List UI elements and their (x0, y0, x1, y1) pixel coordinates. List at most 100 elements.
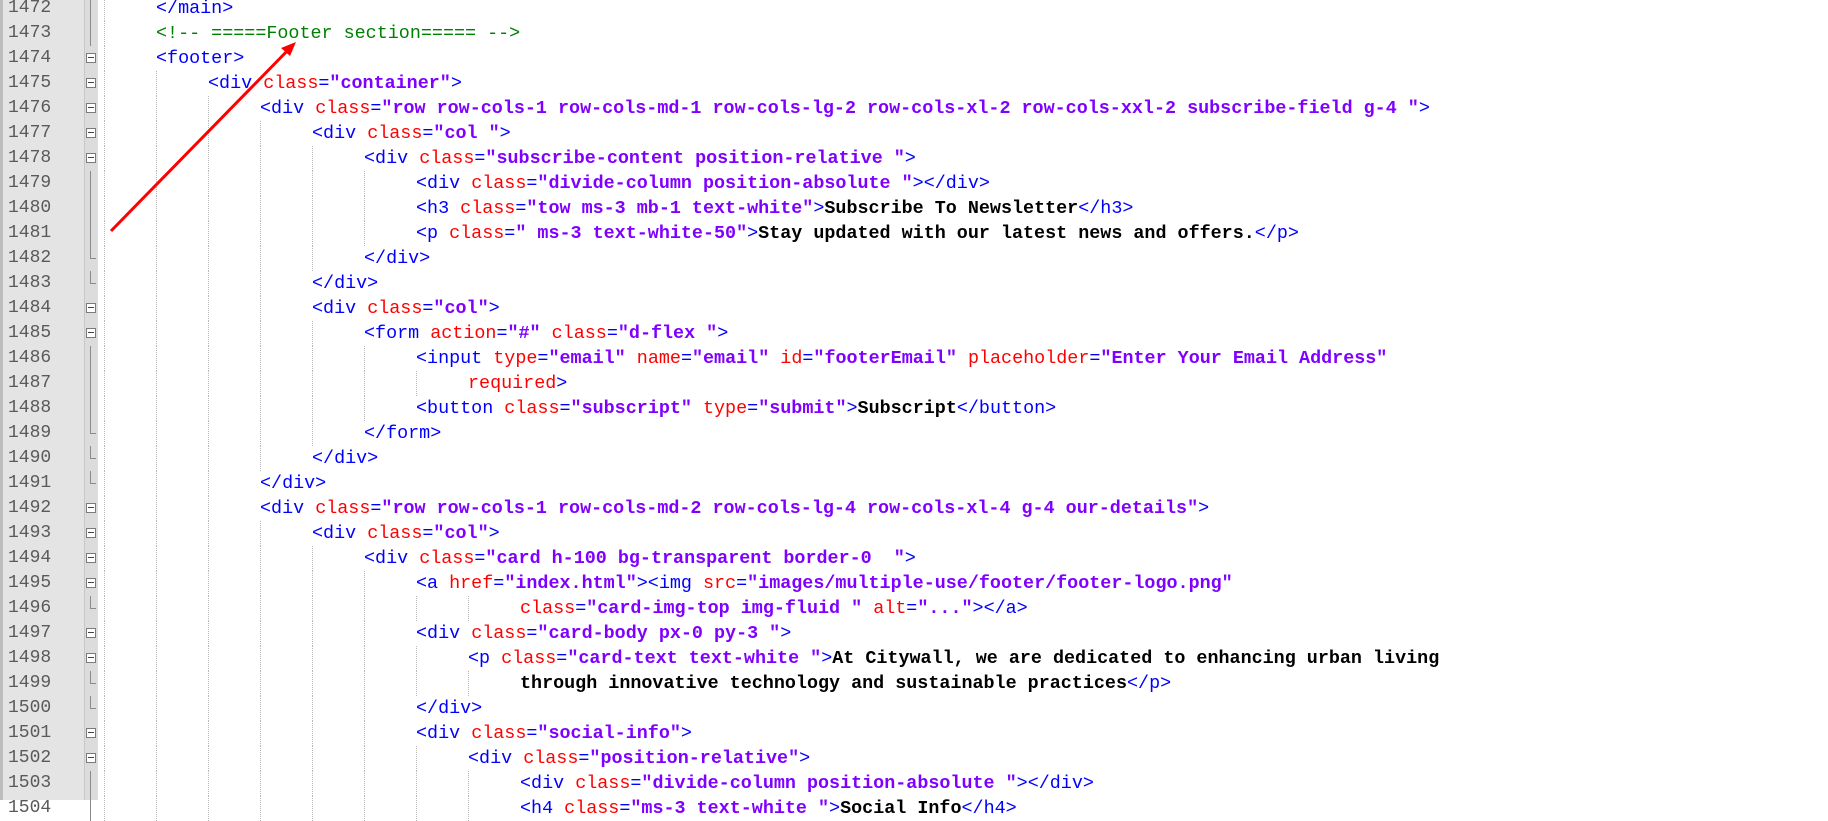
code-line[interactable]: 1472 </main> (0, 0, 1828, 21)
code-line[interactable]: 1486 <input type="email" name="email" id=… (0, 346, 1828, 371)
code-line[interactable]: 1500 </div> (0, 696, 1828, 721)
line-code: <div class="divide-column position-absol… (104, 171, 990, 196)
line-code: <div class="position-relative"> (104, 746, 810, 771)
line-number: 1479 (8, 173, 52, 193)
fold-toggle-icon[interactable] (86, 121, 96, 146)
indent-guide (208, 196, 260, 221)
code-token: = (575, 598, 587, 619)
indent-guide (312, 696, 364, 721)
code-token: <div (364, 548, 420, 569)
indent-guide (312, 321, 364, 346)
code-line[interactable]: 1481 <p class=" ms-3 text-white-50">Stay … (0, 221, 1828, 246)
fold-toggle-icon[interactable] (86, 646, 96, 671)
line-number: 1489 (8, 423, 52, 443)
fold-toggle-icon[interactable] (86, 721, 96, 746)
indent-guide (312, 621, 364, 646)
fold-line-icon (86, 21, 96, 46)
code-line[interactable]: 1483 </div> (0, 271, 1828, 296)
line-code: <p class=" ms-3 text-white-50">Stay upda… (104, 221, 1299, 246)
indent-guide (364, 596, 416, 621)
code-line[interactable]: 1503 <div class="divide-column position-a… (0, 771, 1828, 796)
code-line[interactable]: 1491 </div> (0, 471, 1828, 496)
code-token: class (263, 73, 319, 94)
code-line[interactable]: 1498 <p class="card-text text-white ">At … (0, 646, 1828, 671)
code-token: Stay updated with our latest news and of… (758, 223, 1255, 244)
fold-line-icon (86, 421, 96, 446)
code-line[interactable]: 1487 required> (0, 371, 1828, 396)
line-number: 1486 (8, 348, 52, 368)
code-line[interactable]: 1499 through innovative technology and su… (0, 671, 1828, 696)
code-line[interactable]: 1484 <div class="col"> (0, 296, 1828, 321)
indent-guide (104, 496, 156, 521)
code-token: = (537, 348, 549, 369)
code-line[interactable]: 1495 <a href="index.html"><img src="image… (0, 571, 1828, 596)
fold-toggle-icon[interactable] (86, 46, 96, 71)
code-line[interactable]: 1477 <div class="col "> (0, 121, 1828, 146)
code-line[interactable]: 1476 <div class="row row-cols-1 row-cols-… (0, 96, 1828, 121)
code-line[interactable]: 1502 <div class="position-relative"> (0, 746, 1828, 771)
indent-guide (104, 246, 156, 271)
code-line[interactable]: 1497 <div class="card-body px-0 py-3 "> (0, 621, 1828, 646)
fold-toggle-icon[interactable] (86, 621, 96, 646)
fold-toggle-icon[interactable] (86, 571, 96, 596)
fold-line-icon (86, 396, 96, 421)
fold-toggle-icon[interactable] (86, 96, 96, 121)
code-token: Social Info (840, 798, 962, 819)
code-token: class (449, 223, 505, 244)
indent-guide (260, 246, 312, 271)
code-line[interactable]: 1478 <div class="subscribe-content positi… (0, 146, 1828, 171)
code-token: > (1418, 98, 1430, 119)
fold-toggle-icon[interactable] (86, 521, 96, 546)
line-number: 1472 (8, 0, 52, 18)
line-code: <div class="subscribe-content position-r… (104, 146, 916, 171)
code-line[interactable]: 1493 <div class="col"> (0, 521, 1828, 546)
code-line[interactable]: 1496 class="card-img-top img-fluid " alt=… (0, 596, 1828, 621)
indent-guide (104, 446, 156, 471)
line-code: <button class="subscript" type="submit">… (104, 396, 1056, 421)
code-token: <input (416, 348, 494, 369)
code-editor[interactable]: 1472 </main> 1473 <!-- =====Footer section=… (0, 0, 1828, 821)
code-line[interactable]: 1482 </div> (0, 246, 1828, 271)
code-token: > (904, 148, 916, 169)
code-token: "divide-column position-absolute " (537, 173, 913, 194)
indent-guide (312, 346, 364, 371)
indent-guide (208, 296, 260, 321)
indent-guide (208, 446, 260, 471)
code-line[interactable]: 1488 <button class="subscript" type="subm… (0, 396, 1828, 421)
code-token: > (829, 798, 841, 819)
code-line[interactable]: 1501 <div class="social-info"> (0, 721, 1828, 746)
line-code: <input type="email" name="email" id="foo… (104, 346, 1387, 371)
code-line[interactable]: 1489 </form> (0, 421, 1828, 446)
indent-guide (312, 646, 364, 671)
indent-guide (156, 96, 208, 121)
indent-guide (208, 721, 260, 746)
fold-toggle-icon[interactable] (86, 746, 96, 771)
code-line[interactable]: 1475 <div class="container"> (0, 71, 1828, 96)
indent-guide (104, 296, 156, 321)
code-line[interactable]: 1492 <div class="row row-cols-1 row-cols-… (0, 496, 1828, 521)
indent-guide (104, 471, 156, 496)
code-line[interactable]: 1494 <div class="card h-100 bg-transparen… (0, 546, 1828, 571)
fold-toggle-icon[interactable] (86, 321, 96, 346)
indent-guide (104, 671, 156, 696)
code-token: </h3> (1078, 198, 1134, 219)
fold-toggle-icon[interactable] (86, 546, 96, 571)
fold-toggle-icon[interactable] (86, 496, 96, 521)
code-token: "tow ms-3 mb-1 text-white" (526, 198, 814, 219)
code-line[interactable]: 1473 <!-- =====Footer section===== --> (0, 21, 1828, 46)
fold-toggle-icon[interactable] (86, 296, 96, 321)
code-line[interactable]: 1490 </div> (0, 446, 1828, 471)
line-number: 1495 (8, 573, 52, 593)
fold-toggle-icon[interactable] (86, 71, 96, 96)
code-token: > (813, 198, 825, 219)
code-token: = (526, 173, 538, 194)
line-number: 1500 (8, 698, 52, 718)
fold-toggle-icon[interactable] (86, 146, 96, 171)
code-token: = (556, 648, 568, 669)
code-line[interactable]: 1480 <h3 class="tow ms-3 mb-1 text-white"… (0, 196, 1828, 221)
code-line[interactable]: 1474 <footer> (0, 46, 1828, 71)
code-line[interactable]: 1485 <form action="#" class="d-flex "> (0, 321, 1828, 346)
code-line[interactable]: 1479 <div class="divide-column position-a… (0, 171, 1828, 196)
line-number: 1491 (8, 473, 52, 493)
